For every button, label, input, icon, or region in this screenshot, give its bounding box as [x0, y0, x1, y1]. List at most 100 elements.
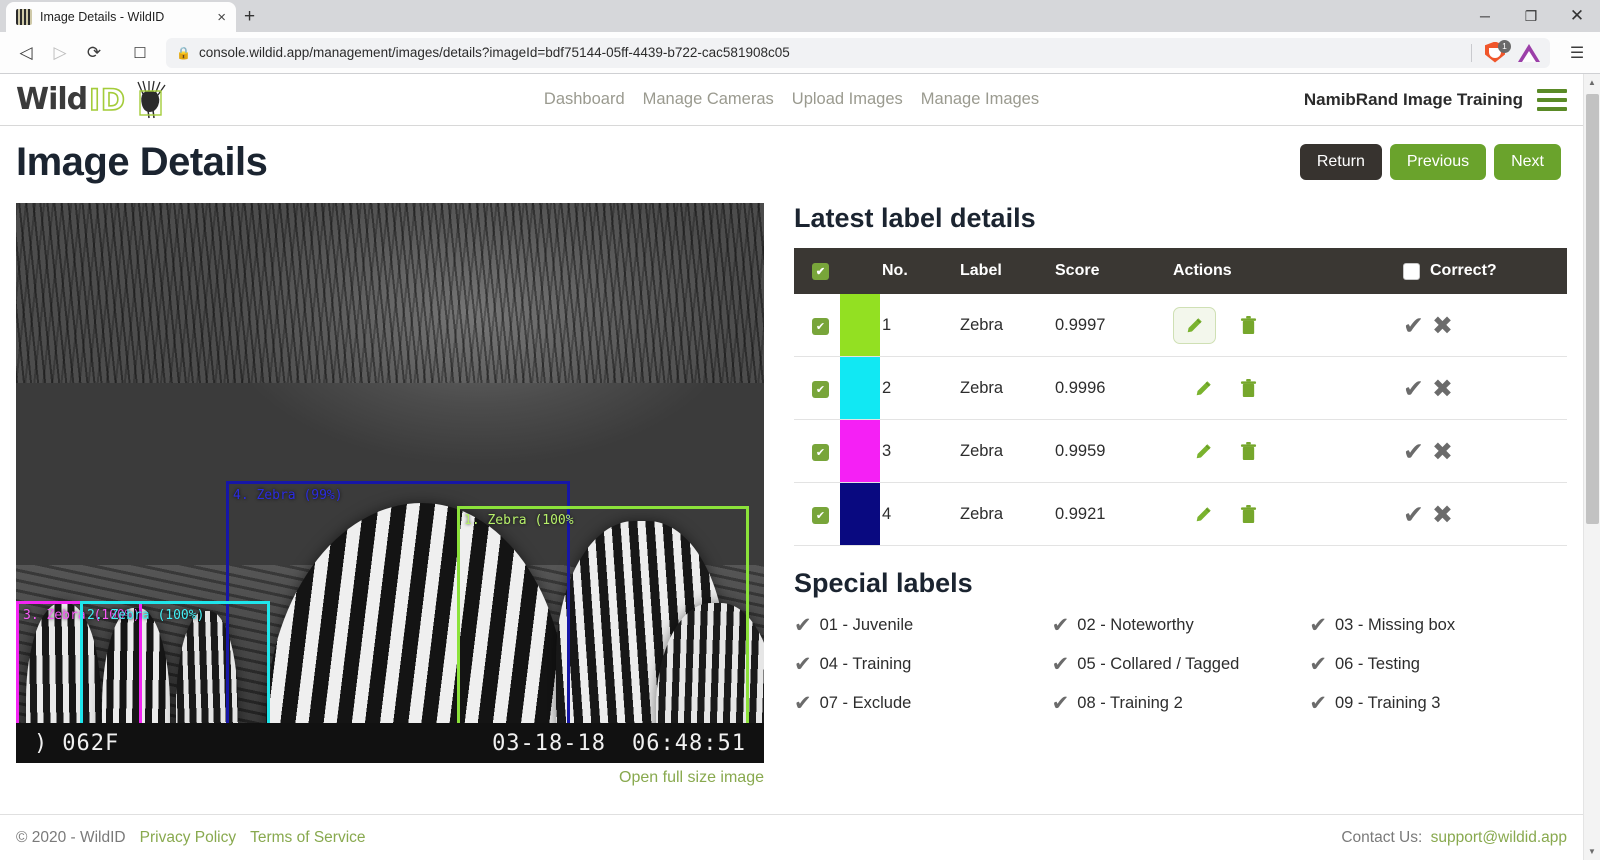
check-icon[interactable]: ✔ — [1052, 613, 1070, 637]
camera-trap-image[interactable]: 4. Zebra (99%) 1. Zebra (100% 3. Zebra (… — [16, 203, 764, 763]
column-header-no: No. — [882, 248, 960, 294]
maximize-icon[interactable]: ❐ — [1508, 0, 1554, 32]
nav-item-manage-images[interactable]: Manage Images — [921, 90, 1039, 109]
bookmark-icon[interactable]: ☐ — [124, 37, 156, 69]
toolbar-divider — [1471, 43, 1472, 62]
trash-icon[interactable] — [1236, 375, 1261, 402]
camera-info-strip: ) 062F 03-18-18 06:48:51 — [16, 723, 764, 763]
brave-shield-icon[interactable]: 1 — [1485, 39, 1511, 65]
privacy-policy-link[interactable]: Privacy Policy — [140, 829, 236, 847]
special-label-item[interactable]: ✔ 05 - Collared / Tagged — [1052, 652, 1310, 676]
table-row[interactable]: ✔ 3 Zebra 0.9959 ✔ ✖ — [794, 419, 1567, 483]
row-actions — [1173, 482, 1403, 546]
edit-pencil-icon[interactable] — [1173, 306, 1216, 344]
mark-incorrect-icon[interactable]: ✖ — [1432, 502, 1453, 527]
check-icon[interactable]: ✔ — [794, 691, 812, 715]
minimize-icon[interactable]: ─ — [1462, 0, 1508, 32]
mark-correct-icon[interactable]: ✔ — [1403, 376, 1424, 401]
open-full-size-image-link[interactable]: Open full size image — [16, 763, 764, 787]
special-label-item[interactable]: ✔ 03 - Missing box — [1309, 613, 1567, 637]
color-swatch — [840, 420, 880, 482]
scrollbar-thumb[interactable] — [1586, 94, 1599, 524]
row-checkbox[interactable]: ✔ — [812, 443, 829, 461]
table-row[interactable]: ✔ 1 Zebra 0.9997 ✔ ✖ — [794, 294, 1567, 357]
terms-of-service-link[interactable]: Terms of Service — [250, 829, 365, 847]
row-color-cell — [840, 419, 882, 483]
column-header-actions: Actions — [1173, 248, 1403, 294]
support-email-link[interactable]: support@wildid.app — [1431, 829, 1567, 846]
trash-icon[interactable] — [1236, 501, 1261, 528]
row-checkbox[interactable]: ✔ — [812, 317, 829, 335]
animal-silhouette-icon — [129, 80, 171, 120]
table-row[interactable]: ✔ 4 Zebra 0.9921 ✔ ✖ — [794, 482, 1567, 546]
correct-all-checkbox[interactable] — [1403, 262, 1420, 280]
edit-pencil-icon[interactable] — [1191, 502, 1216, 527]
select-all-checkbox[interactable]: ✔ — [812, 263, 829, 280]
mark-correct-icon[interactable]: ✔ — [1403, 502, 1424, 527]
check-icon[interactable]: ✔ — [1052, 691, 1070, 715]
check-icon[interactable]: ✔ — [1309, 613, 1327, 637]
check-icon[interactable]: ✔ — [794, 652, 812, 676]
special-label-item[interactable]: ✔ 07 - Exclude — [794, 691, 1052, 715]
special-label-item[interactable]: ✔ 06 - Testing — [1309, 652, 1567, 676]
row-checkbox[interactable]: ✔ — [812, 380, 829, 398]
browser-tab[interactable]: Image Details - WildID × — [6, 2, 236, 32]
nav-item-dashboard[interactable]: Dashboard — [544, 90, 625, 109]
next-button[interactable]: Next — [1494, 144, 1561, 180]
check-icon[interactable]: ✔ — [794, 613, 812, 637]
row-checkbox[interactable]: ✔ — [812, 506, 829, 524]
return-button[interactable]: Return — [1299, 144, 1382, 180]
check-icon[interactable]: ✔ — [1052, 652, 1070, 676]
row-correct: ✔ ✖ — [1403, 356, 1567, 420]
previous-button[interactable]: Previous — [1389, 144, 1487, 180]
special-label-text: 07 - Exclude — [819, 693, 912, 712]
site-footer: © 2020 - WildID Privacy Policy Terms of … — [0, 814, 1583, 860]
nav-item-manage-cameras[interactable]: Manage Cameras — [643, 90, 774, 109]
special-label-item[interactable]: ✔ 02 - Noteworthy — [1052, 613, 1310, 637]
window-close-icon[interactable]: ✕ — [1554, 0, 1600, 32]
trash-icon[interactable] — [1236, 312, 1261, 339]
brave-rewards-icon[interactable] — [1518, 42, 1540, 64]
address-bar[interactable]: 🔒 console.wildid.app/management/images/d… — [166, 37, 1550, 68]
new-tab-button[interactable]: + — [244, 7, 255, 26]
forward-icon[interactable]: ▷ — [44, 37, 76, 69]
mark-incorrect-icon[interactable]: ✖ — [1432, 376, 1453, 401]
main-columns: 4. Zebra (99%) 1. Zebra (100% 3. Zebra (… — [16, 203, 1567, 787]
mark-correct-icon[interactable]: ✔ — [1403, 313, 1424, 338]
url-text: console.wildid.app/management/images/det… — [198, 45, 790, 60]
special-label-item[interactable]: ✔ 08 - Training 2 — [1052, 691, 1310, 715]
edit-pencil-icon[interactable] — [1191, 439, 1216, 464]
check-icon[interactable]: ✔ — [1309, 652, 1327, 676]
special-label-text: 09 - Training 3 — [1334, 693, 1441, 712]
scroll-up-arrow-icon[interactable]: ▲ — [1584, 74, 1600, 91]
lock-icon: 🔒 — [176, 45, 191, 60]
reload-icon[interactable]: ⟳ — [78, 37, 110, 69]
special-label-item[interactable]: ✔ 09 - Training 3 — [1309, 691, 1567, 715]
org-name: NamibRand Image Training — [1303, 89, 1523, 109]
special-label-text: 06 - Testing — [1334, 654, 1420, 673]
logo-text-wild: Wild — [16, 82, 88, 117]
nav-item-upload-images[interactable]: Upload Images — [792, 90, 903, 109]
scroll-down-arrow-icon[interactable]: ▼ — [1584, 843, 1600, 860]
special-label-item[interactable]: ✔ 04 - Training — [794, 652, 1052, 676]
special-labels-title: Special labels — [794, 568, 973, 598]
browser-window: Image Details - WildID × + ─ ❐ ✕ ◁ ▷ ⟳ ☐… — [0, 0, 1600, 860]
wildid-logo[interactable]: Wild ID — [16, 80, 171, 120]
close-icon[interactable]: × — [217, 10, 226, 25]
labels-table-body: ✔ 1 Zebra 0.9997 ✔ ✖ ✔ 2 Zebra 0.9996 ✔ … — [794, 294, 1567, 546]
special-label-text: 01 - Juvenile — [819, 615, 914, 634]
back-icon[interactable]: ◁ — [10, 37, 42, 69]
wildid-favicon — [16, 9, 32, 25]
mark-incorrect-icon[interactable]: ✖ — [1432, 439, 1453, 464]
trash-icon[interactable] — [1236, 438, 1261, 465]
browser-menu-icon[interactable]: ☰ — [1564, 43, 1590, 63]
edit-pencil-icon[interactable] — [1191, 376, 1216, 401]
page-scrollbar[interactable]: ▲ ▼ — [1583, 74, 1600, 860]
correct-header-label: Correct? — [1430, 262, 1497, 279]
hamburger-menu-icon[interactable] — [1537, 88, 1567, 111]
mark-correct-icon[interactable]: ✔ — [1403, 439, 1424, 464]
mark-incorrect-icon[interactable]: ✖ — [1432, 313, 1453, 338]
table-row[interactable]: ✔ 2 Zebra 0.9996 ✔ ✖ — [794, 356, 1567, 420]
special-label-item[interactable]: ✔ 01 - Juvenile — [794, 613, 1052, 637]
check-icon[interactable]: ✔ — [1309, 691, 1327, 715]
